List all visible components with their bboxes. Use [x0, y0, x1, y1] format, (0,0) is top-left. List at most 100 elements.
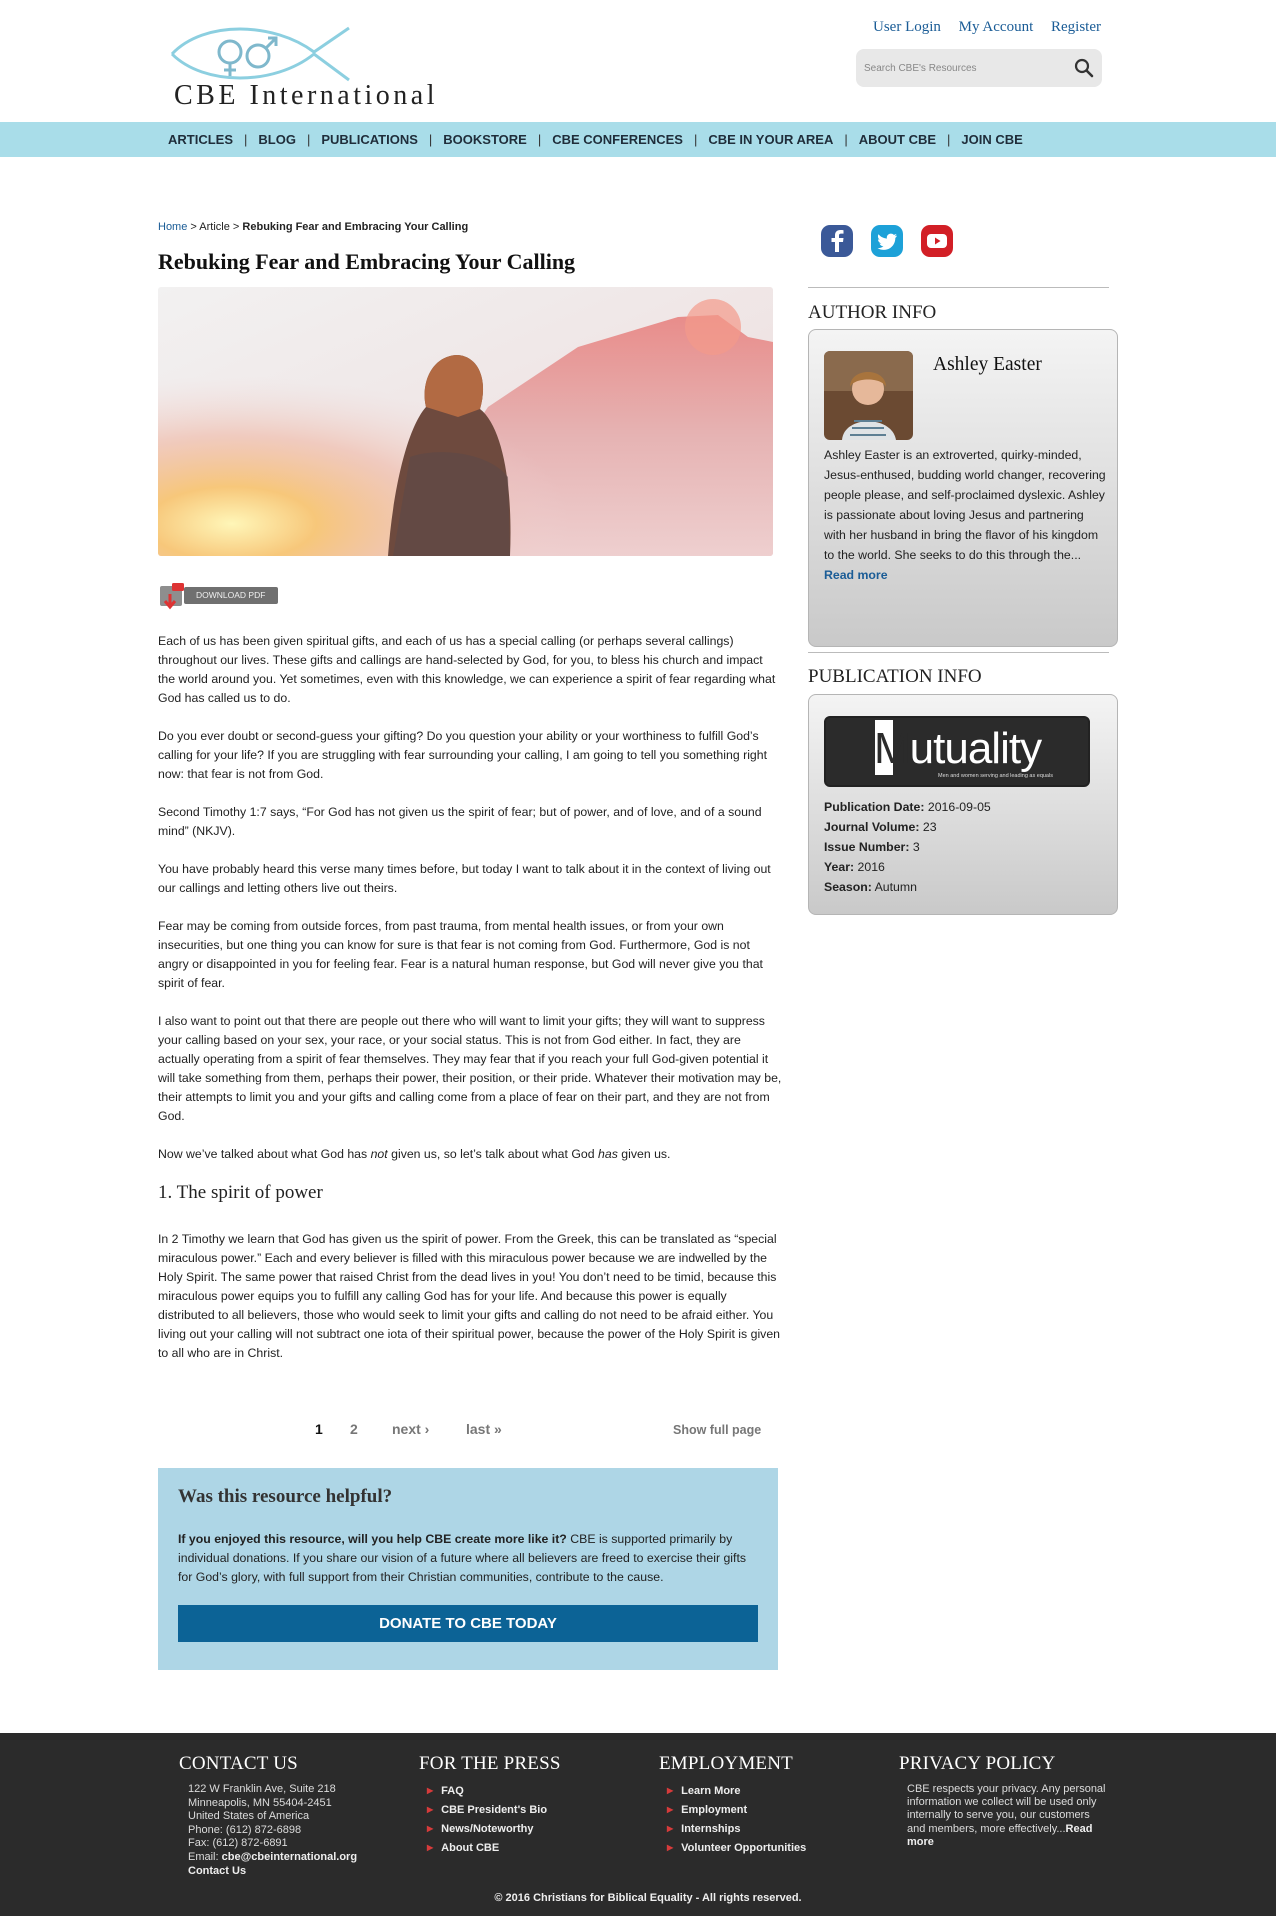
footer-learn-more-link[interactable]: ▶ Learn More — [667, 1782, 806, 1801]
footer-contact-heading: CONTACT US — [179, 1753, 298, 1774]
nav-articles[interactable]: ARTICLES — [168, 132, 233, 147]
author-read-more-link[interactable]: Read more — [824, 568, 888, 582]
field-label: Year: — [824, 860, 855, 874]
email-link[interactable]: cbe@cbeinternational.org — [222, 1851, 357, 1863]
helpful-box: Was this resource helpful? If you enjoye… — [158, 1468, 778, 1670]
article-body: Each of us has been given spiritual gift… — [158, 632, 783, 1382]
author-photo — [824, 351, 913, 440]
link-label: About CBE — [441, 1842, 500, 1854]
mutuality-tagline: Men and women serving and leading as equ… — [938, 773, 1053, 779]
show-full-page-link[interactable]: Show full page — [673, 1423, 761, 1437]
fax: Fax: (612) 872-6891 — [188, 1837, 288, 1850]
mutuality-logo-text: Mutuality — [874, 724, 1042, 774]
field-label: Publication Date: — [824, 800, 925, 814]
breadcrumb-separator: > — [190, 221, 197, 233]
field-value: Autumn — [874, 880, 917, 894]
page-title: Rebuking Fear and Embracing Your Calling — [158, 249, 576, 274]
contact-us-link[interactable]: Contact Us — [188, 1865, 357, 1879]
search-input[interactable] — [864, 59, 1064, 77]
facebook-icon[interactable] — [820, 224, 854, 258]
field-value: 3 — [912, 840, 920, 854]
privacy-text: CBE respects your privacy. Any personal … — [907, 1783, 1107, 1849]
donate-button[interactable]: DONATE TO CBE TODAY — [178, 1605, 758, 1642]
breadcrumb-section: Article — [199, 221, 230, 233]
twitter-icon[interactable] — [870, 224, 904, 258]
field-value: 2016-09-05 — [927, 800, 991, 814]
page-2-link[interactable]: 2 — [350, 1421, 358, 1437]
footer-about-cbe-link[interactable]: ▶ About CBE — [427, 1839, 561, 1858]
register-link[interactable]: Register — [1051, 19, 1101, 35]
footer-privacy: PRIVACY POLICY CBE respects your privacy… — [899, 1753, 1107, 1849]
mutuality-logo-initial: M — [874, 724, 911, 773]
nav-join-cbe[interactable]: JOIN CBE — [961, 132, 1022, 147]
journal-volume-row: Journal Volume: 23 — [824, 817, 991, 837]
publication-info-box: Mutuality Men and women serving and lead… — [808, 694, 1118, 915]
address-line: Minneapolis, MN 55404-2451 — [188, 1796, 332, 1809]
email-label: Email: — [188, 1850, 222, 1863]
nav-blog[interactable]: BLOG — [258, 132, 296, 147]
nav-cbe-in-your-area[interactable]: CBE IN YOUR AREA — [708, 132, 833, 147]
footer-faq-link[interactable]: ▶ FAQ — [427, 1782, 561, 1801]
text-run: Now we’ve talked about what God has — [158, 1147, 371, 1161]
field-label: Season: — [824, 880, 872, 894]
nav-separator: | — [844, 132, 848, 147]
footer-press-heading: FOR THE PRESS — [419, 1753, 561, 1774]
footer-news-link[interactable]: ▶ News/Noteworthy — [427, 1820, 561, 1839]
footer-volunteer-link[interactable]: ▶ Volunteer Opportunities — [667, 1839, 806, 1858]
breadcrumb-separator: > — [232, 221, 240, 233]
bullet-arrow-icon: ▶ — [667, 1786, 674, 1795]
author-bio-text: Ashley Easter is an extroverted, quirky-… — [824, 448, 1106, 562]
link-label: Volunteer Opportunities — [681, 1842, 807, 1854]
next-page-link[interactable]: next › — [392, 1421, 429, 1437]
breadcrumb: Home > Article > Rebuking Fear and Embra… — [158, 221, 468, 233]
bullet-arrow-icon: ▶ — [427, 1824, 434, 1833]
footer-employment-link[interactable]: ▶ Employment — [667, 1801, 806, 1820]
publication-info-heading: PUBLICATION INFO — [808, 666, 982, 687]
user-login-link[interactable]: User Login — [873, 19, 941, 35]
article-paragraph: Do you ever doubt or second-guess your g… — [158, 729, 768, 781]
nav-separator: | — [537, 132, 542, 147]
breadcrumb-home[interactable]: Home — [158, 221, 187, 233]
bullet-arrow-icon: ▶ — [667, 1805, 674, 1814]
download-pdf-button[interactable]: DOWNLOAD PDF — [158, 582, 280, 610]
nav-cbe-conferences[interactable]: CBE CONFERENCES — [552, 132, 683, 147]
helpful-text: If you enjoyed this resource, will you h… — [178, 1530, 760, 1587]
bullet-arrow-icon: ▶ — [427, 1843, 434, 1852]
footer-internships-link[interactable]: ▶ Internships — [667, 1820, 806, 1839]
link-label: CBE President's Bio — [441, 1804, 548, 1816]
article-paragraph: I also want to point out that there are … — [158, 1014, 782, 1123]
footer-privacy-heading: PRIVACY POLICY — [899, 1753, 1056, 1774]
search-icon[interactable] — [1072, 56, 1096, 80]
author-bio: Ashley Easter is an extroverted, quirky-… — [824, 445, 1109, 585]
footer-president-bio-link[interactable]: ▶ CBE President's Bio — [427, 1801, 561, 1820]
field-value: 2016 — [857, 860, 885, 874]
article-paragraph: In 2 Timothy we learn that God has given… — [158, 1232, 781, 1360]
link-label: FAQ — [441, 1785, 464, 1797]
footer-contact: CONTACT US 122 W Franklin Ave, Suite 218… — [179, 1753, 357, 1878]
last-page-link[interactable]: last » — [466, 1421, 502, 1437]
publication-details: Publication Date: 2016-09-05 Journal Vol… — [824, 797, 991, 897]
nav-separator: | — [428, 132, 433, 147]
nav-bookstore[interactable]: BOOKSTORE — [443, 132, 527, 147]
author-name: Ashley Easter — [933, 354, 1042, 375]
article-paragraph: Now we’ve talked about what God has not … — [158, 1145, 783, 1164]
my-account-link[interactable]: My Account — [959, 19, 1034, 35]
season-row: Season: Autumn — [824, 877, 991, 897]
link-label: News/Noteworthy — [441, 1823, 534, 1835]
main-nav: ARTICLES | BLOG | PUBLICATIONS | BOOKSTORE | CBE… — [0, 122, 1276, 157]
emphasis-has: has — [598, 1147, 618, 1161]
text-run: given us. — [617, 1147, 671, 1161]
site-footer: CONTACT US 122 W Franklin Ave, Suite 218… — [0, 1733, 1276, 1916]
field-label: Journal Volume: — [824, 820, 920, 834]
nav-about-cbe[interactable]: ABOUT CBE — [859, 132, 936, 147]
nav-publications[interactable]: PUBLICATIONS — [321, 132, 418, 147]
nav-separator: | — [244, 132, 248, 147]
search-box — [856, 49, 1102, 87]
link-label: Learn More — [681, 1785, 741, 1797]
bullet-arrow-icon: ▶ — [427, 1786, 434, 1795]
download-pdf-label: DOWNLOAD PDF — [184, 587, 278, 604]
article-paragraph: Each of us has been given spiritual gift… — [158, 634, 776, 705]
cbe-logo[interactable]: CBE International — [164, 24, 484, 116]
bullet-arrow-icon: ▶ — [427, 1805, 434, 1814]
youtube-icon[interactable] — [920, 224, 954, 258]
